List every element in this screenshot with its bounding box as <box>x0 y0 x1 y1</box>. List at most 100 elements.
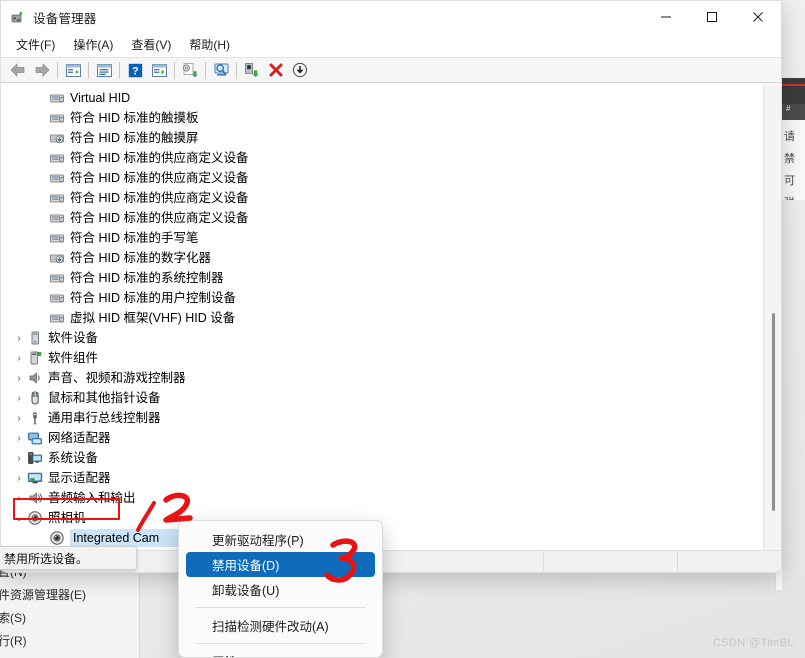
chevron-right-icon[interactable]: › <box>11 413 27 424</box>
ctx-update-driver[interactable]: 更新驱动程序(P) <box>186 527 375 552</box>
tree-item[interactable]: › 声音、视频和游戏控制器 <box>1 368 763 388</box>
tree-item[interactable]: 符合 HID 标准的供应商定义设备 <box>1 208 763 228</box>
tree-item[interactable]: › 鼠标和其他指针设备 <box>1 388 763 408</box>
show-hide-tree-icon[interactable] <box>61 59 85 81</box>
tree-item-label: 系统设备 <box>48 451 99 465</box>
tree-item[interactable]: 符合 HID 标准的供应商定义设备 <box>1 148 763 168</box>
titlebar: 设备管理器 <box>1 1 781 33</box>
tree-item-label: 声音、视频和游戏控制器 <box>48 371 186 385</box>
chevron-right-icon[interactable]: › <box>11 473 27 484</box>
hid-device-icon <box>49 150 65 166</box>
chevron-right-icon[interactable]: › <box>11 393 27 404</box>
tree-item[interactable]: › 软件设备 <box>1 328 763 348</box>
toolbar-separator <box>174 61 175 79</box>
menu-view[interactable]: 查看(V) <box>122 34 180 55</box>
tree-item[interactable]: 符合 HID 标准的系统控制器 <box>1 268 763 288</box>
content-area: Virtual HID 符合 HID 标准的触摸板 符合 HID 标准的触摸屏 符合 … <box>1 85 781 550</box>
device-tree[interactable]: Virtual HID 符合 HID 标准的触摸板 符合 HID 标准的触摸屏 符合 … <box>1 85 764 550</box>
maximize-button[interactable] <box>689 1 735 33</box>
background-right-titlebar <box>782 78 805 104</box>
chevron-right-icon[interactable]: › <box>11 453 27 464</box>
tree-item-label: Virtual HID <box>70 91 131 105</box>
update-driver-icon[interactable] <box>178 59 202 81</box>
menu-action[interactable]: 操作(A) <box>64 34 122 55</box>
tree-item-label: 虚拟 HID 框架(VHF) HID 设备 <box>70 311 236 325</box>
tree-item[interactable]: 符合 HID 标准的触摸板 <box>1 108 763 128</box>
close-button[interactable] <box>735 1 781 33</box>
tree-item-label: 符合 HID 标准的供应商定义设备 <box>70 171 249 185</box>
ctx-properties[interactable]: 属性(R) <box>186 649 375 657</box>
chevron-right-icon[interactable]: › <box>11 353 27 364</box>
ctx-disable-device[interactable]: 禁用设备(D) <box>186 552 375 577</box>
tree-item-label: 音频输入和输出 <box>48 491 136 505</box>
background-start-item[interactable]: 文件资源管理器(E) <box>0 583 139 606</box>
tree-item[interactable]: › 系统设备 <box>1 448 763 468</box>
tree-item[interactable]: › 音频输入和输出 <box>1 488 763 508</box>
chevron-right-icon[interactable]: › <box>11 333 27 344</box>
tree-item[interactable]: 符合 HID 标准的触摸屏 <box>1 128 763 148</box>
tree-item-label: 符合 HID 标准的用户控制设备 <box>70 291 236 305</box>
context-menu[interactable]: 更新驱动程序(P) 禁用设备(D) 卸载设备(U) 扫描检测硬件改动(A) 属性(R) <box>178 520 383 658</box>
background-right-line1: 请禁 <box>784 131 795 165</box>
tree-item[interactable]: 符合 HID 标准的供应商定义设备 <box>1 168 763 188</box>
tree-item[interactable]: › 通用串行总线控制器 <box>1 408 763 428</box>
tree-item[interactable]: 符合 HID 标准的用户控制设备 <box>1 288 763 308</box>
context-menu-separator <box>195 643 366 644</box>
background-start-item[interactable]: 运行(R) <box>0 629 139 652</box>
scrollbar-thumb[interactable] <box>772 313 775 511</box>
background-right-accent-line <box>782 84 805 86</box>
background-start-item[interactable]: 搜索(S) <box>0 606 139 629</box>
camera-icon <box>49 530 65 546</box>
help-icon[interactable]: ? <box>123 59 147 81</box>
context-menu-item-label: 扫描检测硬件改动(A) <box>212 620 329 634</box>
network-icon <box>27 430 43 446</box>
tree-vertical-scrollbar[interactable] <box>764 85 781 550</box>
scan-hardware-icon[interactable] <box>209 59 233 81</box>
tooltip: 禁用所选设备。 <box>0 546 137 570</box>
tree-item-label: 软件设备 <box>48 331 99 345</box>
chevron-right-icon[interactable]: › <box>11 373 27 384</box>
tree-item-label: 符合 HID 标准的手写笔 <box>70 231 199 245</box>
hid-touch-icon <box>49 130 65 146</box>
software-comp-icon <box>27 350 43 366</box>
minimize-button[interactable] <box>643 1 689 33</box>
menu-file[interactable]: 文件(F) <box>7 34 64 55</box>
tree-item[interactable]: › 显示适配器 <box>1 468 763 488</box>
install-legacy-icon[interactable] <box>288 59 312 81</box>
tree-item[interactable]: › 软件组件 <box>1 348 763 368</box>
tree-item[interactable]: 虚拟 HID 框架(VHF) HID 设备 <box>1 308 763 328</box>
tree-item-label: 网络适配器 <box>48 431 111 445</box>
forward-icon[interactable] <box>30 59 54 81</box>
screenshot-root: 日日日日日日 # 请禁 可弹出 设置(N) 文件资源管理器(E) 搜索(S) 运… <box>0 0 805 658</box>
menu-help[interactable]: 帮助(H) <box>180 34 239 55</box>
tree-item[interactable]: 符合 HID 标准的手写笔 <box>1 228 763 248</box>
mouse-icon <box>27 390 43 406</box>
hid-touch-icon <box>49 250 65 266</box>
ctx-uninstall-device[interactable]: 卸载设备(U) <box>186 577 375 602</box>
context-menu-item-label: 属性(R) <box>212 652 254 657</box>
tree-item-label: 照相机 <box>48 511 86 525</box>
context-menu-item-label: 禁用设备(D) <box>212 559 280 573</box>
tree-item[interactable]: 符合 HID 标准的数字化器 <box>1 248 763 268</box>
properties-icon[interactable] <box>92 59 116 81</box>
sound-icon <box>27 370 43 386</box>
tree-item[interactable]: Virtual HID <box>1 88 763 108</box>
hid-device-icon <box>49 310 65 326</box>
back-icon[interactable] <box>6 59 30 81</box>
uninstall-device-icon[interactable] <box>264 59 288 81</box>
system-icon <box>27 450 43 466</box>
chevron-down-icon[interactable]: ⌄ <box>11 513 27 524</box>
hid-device-icon <box>49 90 65 106</box>
enable-device-icon[interactable] <box>240 59 264 81</box>
tree-item-label: 符合 HID 标准的供应商定义设备 <box>70 151 249 165</box>
tree-item[interactable]: 符合 HID 标准的供应商定义设备 <box>1 188 763 208</box>
ctx-scan-hardware[interactable]: 扫描检测硬件改动(A) <box>186 613 375 638</box>
tree-item-label: 符合 HID 标准的系统控制器 <box>70 271 224 285</box>
action-pane-icon[interactable] <box>147 59 171 81</box>
chevron-right-icon[interactable]: › <box>11 433 27 444</box>
tree-item[interactable]: › 网络适配器 <box>1 428 763 448</box>
background-start-menu[interactable]: 设置(N) 文件资源管理器(E) 搜索(S) 运行(R) <box>0 560 140 658</box>
background-right-body: 请禁 可弹出 <box>782 120 805 200</box>
chevron-right-icon[interactable]: › <box>11 493 27 504</box>
tree-item-label: 符合 HID 标准的触摸板 <box>70 111 199 125</box>
